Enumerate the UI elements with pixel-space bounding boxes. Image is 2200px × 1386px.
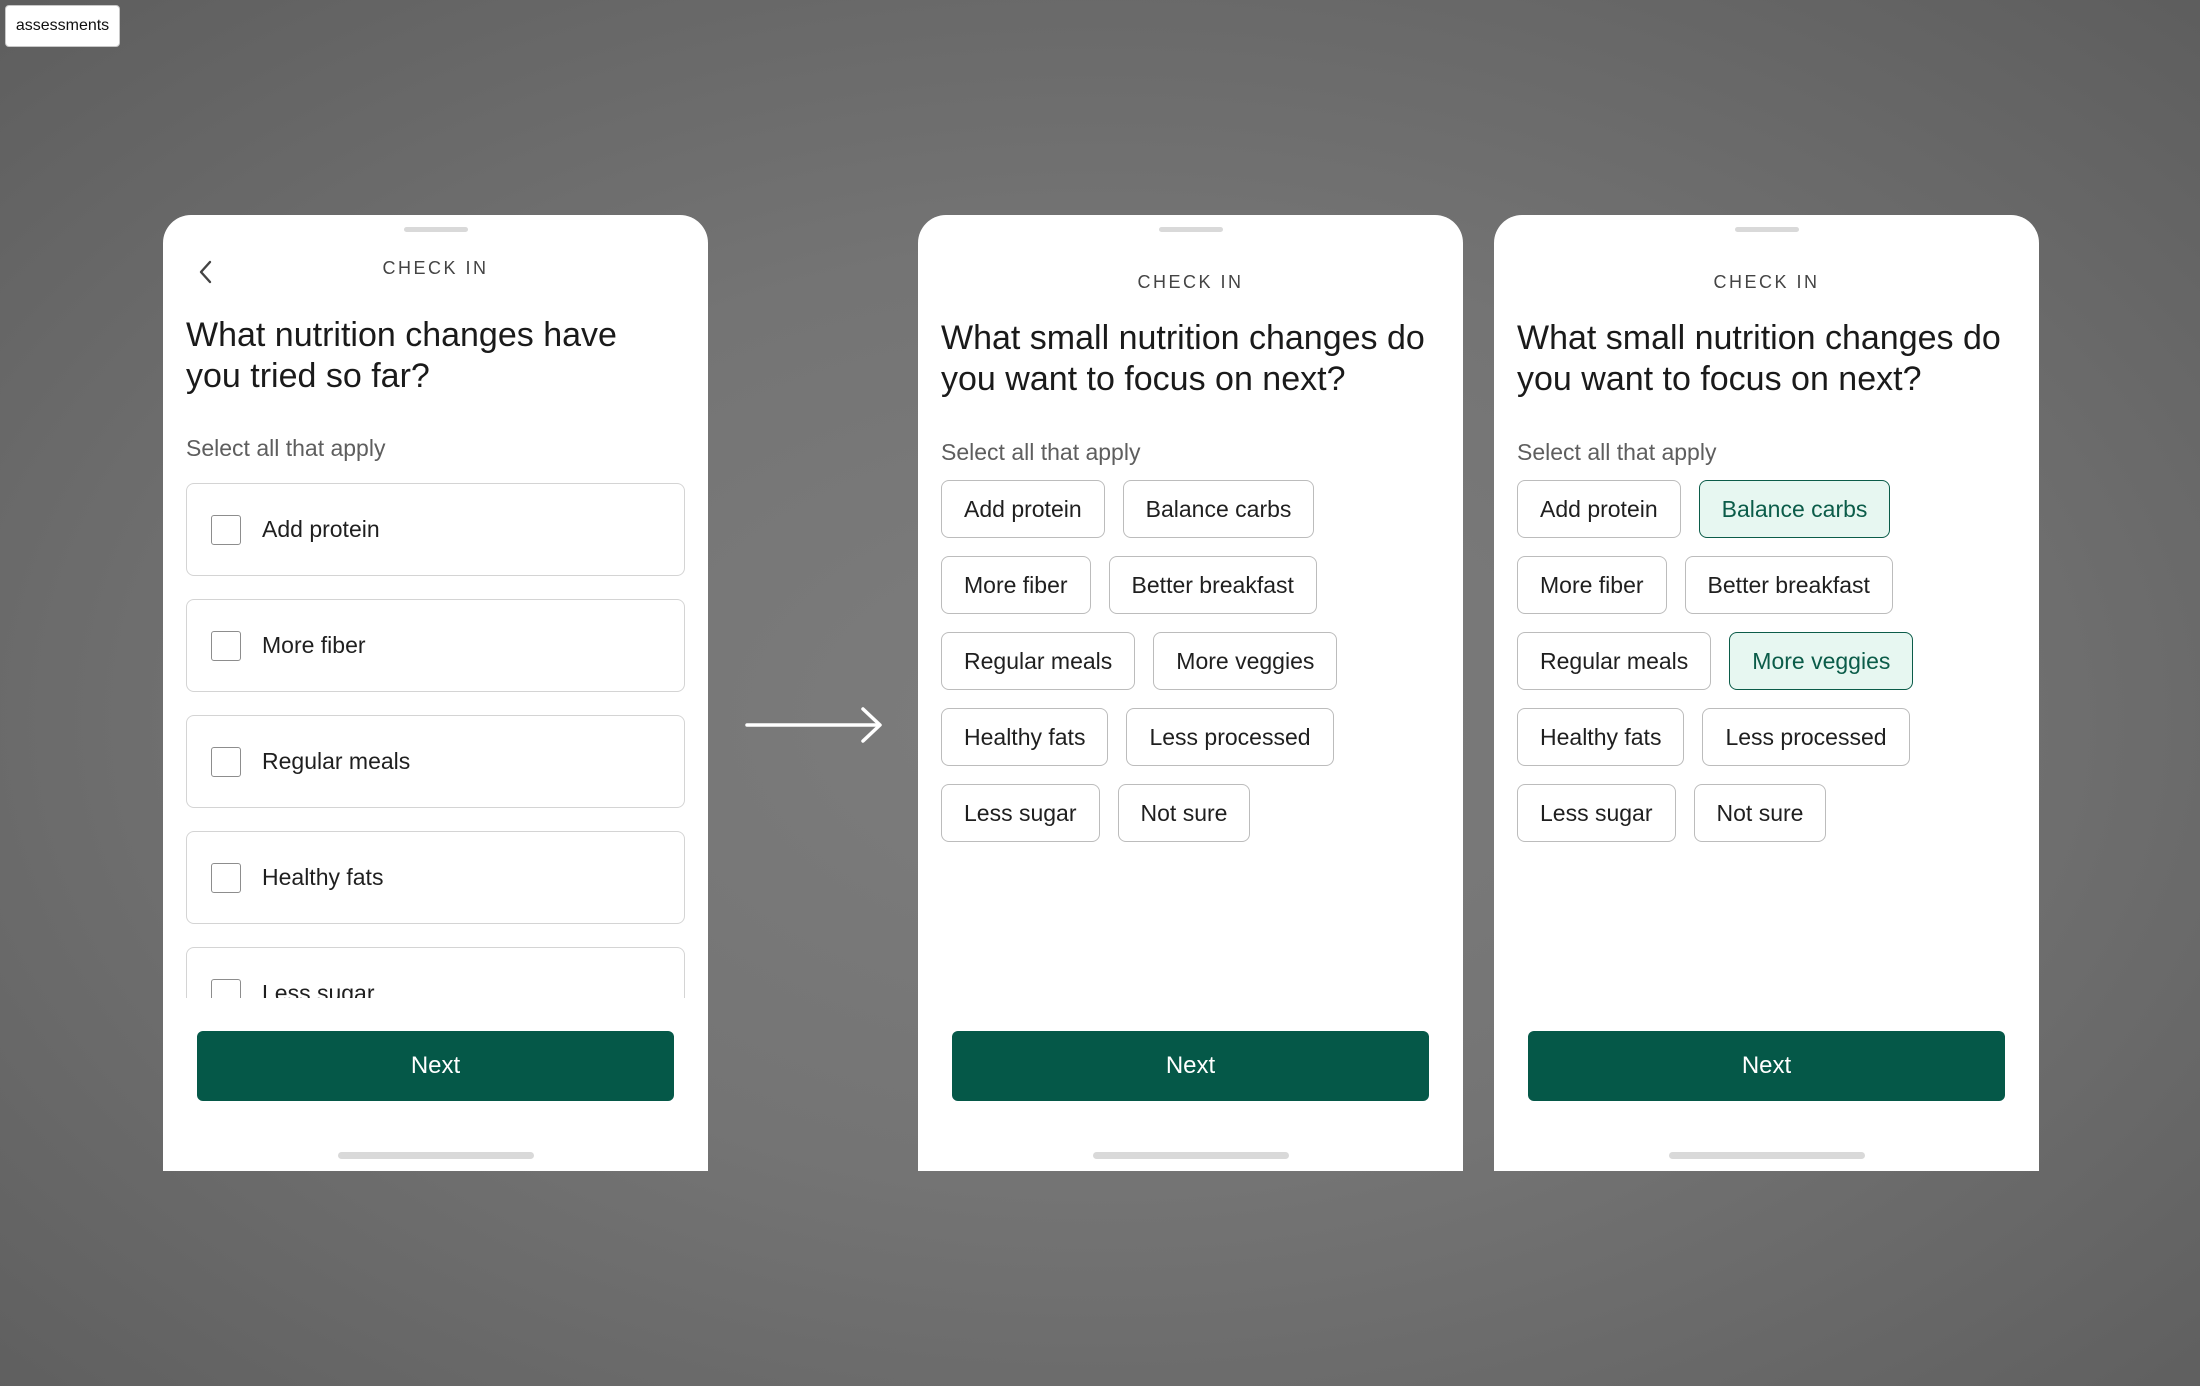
option-less-sugar[interactable]: Less sugar: [186, 947, 685, 998]
chip-less-processed[interactable]: Less processed: [1702, 708, 1910, 766]
arrow-right-icon: [745, 707, 882, 743]
chip-better-breakfast[interactable]: Better breakfast: [1684, 556, 1893, 614]
chip-less-sugar[interactable]: Less sugar: [941, 784, 1100, 842]
options-list: Add protein More fiber Regular meals Hea…: [186, 483, 685, 998]
next-button[interactable]: Next: [952, 1031, 1429, 1101]
chip-group: Add protein Balance carbs More fiber Bet…: [1517, 480, 2021, 842]
sheet-grabber: [403, 227, 468, 232]
option-more-fiber[interactable]: More fiber: [186, 599, 685, 692]
phone-screen-focus-selected: CHECK IN What small nutrition changes do…: [1494, 215, 2039, 1171]
chip-more-fiber[interactable]: More fiber: [1517, 556, 1667, 614]
eyebrow-check-in: CHECK IN: [1137, 272, 1244, 292]
option-label: Healthy fats: [262, 864, 384, 890]
checkbox-unchecked-icon[interactable]: [211, 862, 241, 893]
page-title: What small nutrition changes do you want…: [941, 319, 1425, 398]
option-add-protein[interactable]: Add protein: [186, 483, 685, 576]
page-title: What small nutrition changes do you want…: [1517, 319, 2001, 398]
phone-screen-tried: CHECK IN What nutrition changes have you…: [163, 215, 708, 1171]
chip-balance-carbs[interactable]: Balance carbs: [1122, 480, 1315, 538]
chip-less-processed[interactable]: Less processed: [1126, 708, 1334, 766]
option-regular-meals[interactable]: Regular meals: [186, 715, 685, 808]
checkbox-unchecked-icon[interactable]: [211, 978, 241, 998]
eyebrow-check-in: CHECK IN: [382, 258, 489, 278]
select-hint: Select all that apply: [1517, 439, 1717, 465]
chip-regular-meals[interactable]: Regular meals: [941, 632, 1136, 690]
chip-add-protein[interactable]: Add protein: [941, 480, 1105, 538]
chip-not-sure[interactable]: Not sure: [1693, 784, 1827, 842]
chip-more-veggies[interactable]: More veggies: [1729, 632, 1914, 690]
chip-regular-meals[interactable]: Regular meals: [1517, 632, 1712, 690]
option-label: Less sugar: [262, 980, 375, 998]
eyebrow-check-in: CHECK IN: [1713, 272, 1820, 292]
chip-balance-carbs[interactable]: Balance carbs: [1698, 480, 1891, 538]
next-button[interactable]: Next: [197, 1031, 674, 1101]
sheet-grabber: [1158, 227, 1223, 232]
chip-group: Add protein Balance carbs More fiber Bet…: [941, 480, 1445, 842]
checkbox-unchecked-icon[interactable]: [211, 746, 241, 777]
option-label: Regular meals: [262, 748, 411, 774]
select-hint: Select all that apply: [186, 435, 386, 461]
option-label: More fiber: [262, 632, 366, 658]
checkbox-unchecked-icon[interactable]: [211, 514, 241, 545]
home-indicator: [337, 1152, 534, 1159]
home-indicator: [1092, 1152, 1289, 1159]
checkbox-unchecked-icon[interactable]: [211, 630, 241, 661]
chip-more-veggies[interactable]: More veggies: [1153, 632, 1338, 690]
chip-healthy-fats[interactable]: Healthy fats: [1517, 708, 1685, 766]
home-indicator: [1668, 1152, 1865, 1159]
chip-not-sure[interactable]: Not sure: [1117, 784, 1251, 842]
select-hint: Select all that apply: [941, 439, 1141, 465]
option-label: Add protein: [262, 516, 380, 542]
next-button[interactable]: Next: [1528, 1031, 2005, 1101]
chip-healthy-fats[interactable]: Healthy fats: [941, 708, 1109, 766]
sheet-grabber: [1734, 227, 1799, 232]
chip-add-protein[interactable]: Add protein: [1517, 480, 1681, 538]
option-healthy-fats[interactable]: Healthy fats: [186, 831, 685, 924]
chip-more-fiber[interactable]: More fiber: [941, 556, 1091, 614]
chip-better-breakfast[interactable]: Better breakfast: [1108, 556, 1317, 614]
phone-screen-focus: CHECK IN What small nutrition changes do…: [918, 215, 1463, 1171]
chip-less-sugar[interactable]: Less sugar: [1517, 784, 1676, 842]
assessments-tag: assessments: [5, 5, 120, 47]
page-title: What nutrition changes have you tried so…: [186, 316, 617, 395]
